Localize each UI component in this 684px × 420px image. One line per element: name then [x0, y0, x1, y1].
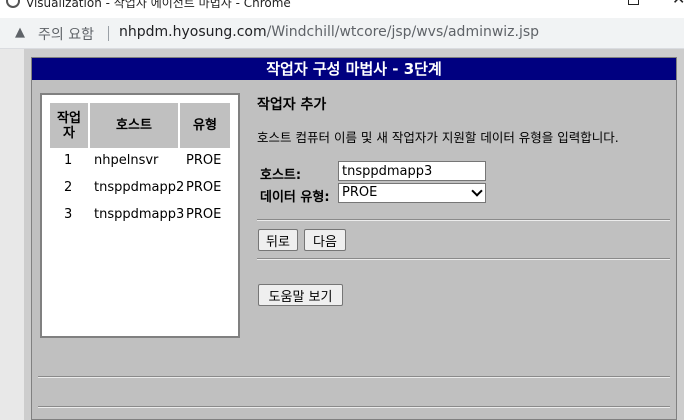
- table-row-2-host: tnsppdmapp2: [94, 180, 185, 195]
- address-separator: [108, 26, 109, 41]
- warning-triangle-icon[interactable]: ▲: [15, 25, 25, 41]
- worker-table: 작업자 호스트 유형 1 nhpelnsvr PROE 2 tnsppdmapp…: [40, 93, 240, 338]
- column-header-host: 호스트: [90, 103, 178, 148]
- data-type-label: 데이터 유형:: [260, 190, 330, 205]
- wizard-panel: 작업자 구성 마법사 - 3단계 작업자 호스트 유형 1 nhpelnsvr …: [31, 57, 677, 420]
- divider: [257, 219, 670, 221]
- close-icon[interactable]: ✕: [672, 0, 684, 7]
- help-button[interactable]: 도움말 보기: [258, 284, 343, 306]
- url-host: nhpdm.hyosung.com: [119, 24, 267, 40]
- form-description: 호스트 컴퓨터 이름 및 새 작업자가 지원할 데이터 유형을 입력합니다.: [257, 130, 619, 145]
- security-label[interactable]: 주의 요함: [38, 24, 94, 44]
- url-text[interactable]: nhpdm.hyosung.com/Windchill/wtcore/jsp/w…: [119, 24, 539, 40]
- window-title: Visualization - 작업자 에이전트 마법사 - Chrome: [26, 0, 291, 10]
- address-bar[interactable]: ▲ 주의 요함 nhpdm.hyosung.com/Windchill/wtco…: [0, 18, 684, 49]
- chrome-icon: [6, 0, 20, 8]
- section-title: 작업자 추가: [257, 97, 327, 113]
- data-type-selected: PROE: [342, 185, 378, 200]
- column-header-worker: 작업자: [50, 103, 88, 148]
- next-button[interactable]: 다음: [304, 229, 346, 251]
- table-row-1-type: PROE: [186, 153, 222, 168]
- url-path: /Windchill/wtcore/jsp/wvs/adminwiz.jsp: [266, 24, 540, 40]
- table-row-2-no: 2: [64, 180, 73, 195]
- column-header-type: 유형: [180, 103, 230, 148]
- chevron-down-icon: [471, 185, 483, 197]
- table-row-3-host: tnsppdmapp3: [94, 207, 185, 222]
- column-header-worker-label: 작업자: [57, 110, 81, 141]
- bottom-divider: [38, 406, 670, 408]
- data-type-select[interactable]: PROE: [338, 183, 486, 203]
- left-frame-strip: [0, 49, 24, 420]
- window-titlebar: Visualization - 작업자 에이전트 마법사 - Chrome ✕: [0, 0, 684, 18]
- maximize-icon[interactable]: [628, 0, 639, 5]
- bottom-divider: [38, 376, 670, 378]
- table-row-3-type: PROE: [186, 207, 222, 222]
- divider: [257, 258, 670, 260]
- table-row-1-no: 1: [64, 153, 73, 168]
- table-row-3-no: 3: [64, 207, 73, 222]
- table-row-2-type: PROE: [186, 180, 222, 195]
- host-label: 호스트:: [260, 168, 302, 183]
- wizard-header: 작업자 구성 마법사 - 3단계: [32, 58, 676, 80]
- table-row-1-host: nhpelnsvr: [94, 153, 159, 168]
- back-button[interactable]: 뒤로: [258, 229, 298, 251]
- host-input[interactable]: [338, 161, 486, 181]
